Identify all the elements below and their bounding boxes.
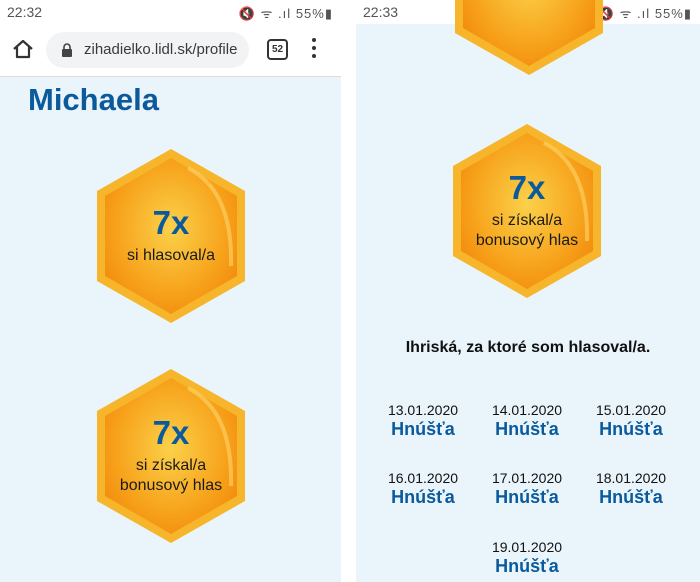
battery-level: 55% <box>654 6 684 21</box>
browser-toolbar: zihadielko.lidl.sk/profile 52 <box>0 24 341 77</box>
badge-label-line2: bonusový hlas <box>119 477 223 494</box>
badge-count: 7x <box>508 169 546 206</box>
visit-date: 14.01.2020 <box>491 402 563 418</box>
badge-label-line1: si získal/a <box>135 457 207 474</box>
status-time: 22:33 <box>363 4 399 20</box>
home-icon[interactable] <box>12 38 34 60</box>
badge-count: 7x <box>152 204 190 241</box>
visit-date: 18.01.2020 <box>595 470 667 486</box>
visit-item: 19.01.2020 Hnúšťa <box>472 539 582 577</box>
visit-item: 16.01.2020 Hnúšťa <box>368 470 478 508</box>
visit-date: 19.01.2020 <box>491 539 563 555</box>
url-text[interactable]: zihadielko.lidl.sk/profile <box>84 41 246 58</box>
visit-date: 17.01.2020 <box>491 470 563 486</box>
badge-bonus: 7x si získal/a bonusový hlas <box>93 366 249 546</box>
visit-item: 15.01.2020 Hnúšťa <box>576 402 686 440</box>
left-screenshot: 22:32 🔇 ᯤ .ıl 55%▮ zihadielko.lidl.sk/pr… <box>0 0 341 582</box>
signal-icons: 🔇 ᯤ .ıl <box>238 6 292 21</box>
profile-name: Michaela <box>28 82 159 117</box>
tab-count-button[interactable]: 52 <box>267 39 288 60</box>
more-menu-icon[interactable] <box>311 38 317 62</box>
badge-label-line1: si získal/a <box>491 212 563 229</box>
battery-icon: ▮ <box>683 6 692 21</box>
visit-item: 18.01.2020 Hnúšťa <box>576 470 686 508</box>
visit-date: 16.01.2020 <box>387 470 459 486</box>
visit-item: 14.01.2020 Hnúšťa <box>472 402 582 440</box>
visit-date: 13.01.2020 <box>387 402 459 418</box>
visit-item: 17.01.2020 Hnúšťa <box>472 470 582 508</box>
visit-place-link[interactable]: Hnúšťa <box>576 487 686 508</box>
visit-place-link[interactable]: Hnúšťa <box>368 419 478 440</box>
badge-votes: 7x si hlasoval/a <box>93 146 249 326</box>
status-time: 22:32 <box>7 4 43 20</box>
badge-label-line2: bonusový hlas <box>475 232 579 249</box>
right-screenshot: 22:33 🔇 ᯤ .ıl 55%▮ 7x si získal/a bonuso… <box>356 0 700 582</box>
visit-date: 15.01.2020 <box>595 402 667 418</box>
badge-count: 7x <box>152 414 190 451</box>
status-bar: 22:32 🔇 ᯤ .ıl 55%▮ <box>0 0 341 24</box>
visit-item: 13.01.2020 Hnúšťa <box>368 402 478 440</box>
voted-playgrounds-title: Ihriská, za ktoré som hlasoval/a. <box>405 339 651 356</box>
battery-icon: ▮ <box>324 6 333 21</box>
hexagon-badge-partial-icon <box>455 0 603 75</box>
visit-place-link[interactable]: Hnúšťa <box>576 419 686 440</box>
visit-place-link[interactable]: Hnúšťa <box>472 556 582 577</box>
lock-icon <box>62 43 72 57</box>
address-bar[interactable]: zihadielko.lidl.sk/profile <box>46 32 249 68</box>
visit-place-link[interactable]: Hnúšťa <box>472 419 582 440</box>
visit-place-link[interactable]: Hnúšťa <box>368 487 478 508</box>
badge-label: si hlasoval/a <box>126 247 216 264</box>
battery-level: 55% <box>295 6 325 21</box>
badge-bonus: 7x si získal/a bonusový hlas <box>449 121 605 301</box>
visit-place-link[interactable]: Hnúšťa <box>472 487 582 508</box>
